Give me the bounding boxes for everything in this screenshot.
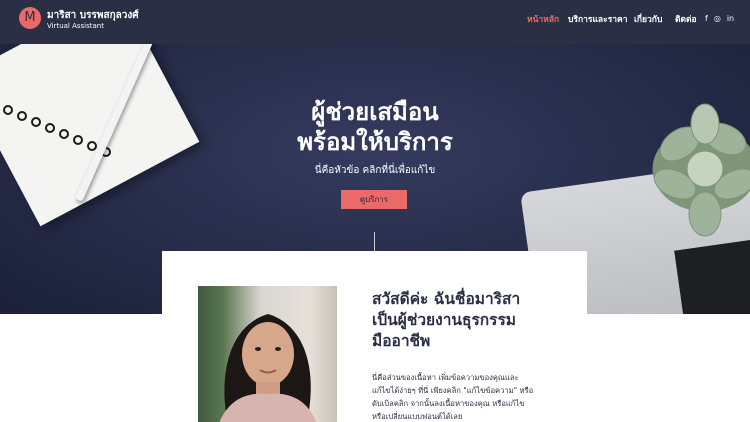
hero-title-line1: ผู้ช่วยเสมือน <box>311 98 439 126</box>
brand-name[interactable]: มาริสา บรรพสกุลวงศ์ <box>47 8 139 23</box>
view-services-button[interactable]: ดูบริการ <box>341 190 407 209</box>
nav-about[interactable]: เกี่ยวกับ <box>634 12 662 26</box>
instagram-icon[interactable]: ◎ <box>714 14 721 24</box>
about-body-line3: ดับเบิลคลิก จากนั้นลงเนื้อหาของคุณ หรือแ… <box>372 399 525 408</box>
nav-services[interactable]: บริการและราคา <box>568 12 628 26</box>
nav-home[interactable]: หน้าหลัก <box>527 12 559 26</box>
about-body-line4: หรือเปลี่ยนแบบฟอนต์ได้เลย <box>372 412 463 421</box>
about-title-line1: สวัสดีค่ะ ฉันชื่อมาริสา <box>372 290 521 308</box>
site-header: M มาริสา บรรพสกุลวงศ์ Virtual Assistant … <box>0 0 750 44</box>
about-card: สวัสดีค่ะ ฉันชื่อมาริสา เป็นผู้ช่วยงานธุ… <box>162 251 587 422</box>
about-body-line1: นี่คือส่วนของเนื้อหา เพิ่มข้อความของคุณแ… <box>372 373 519 382</box>
facebook-icon[interactable]: f <box>705 14 708 24</box>
linkedin-icon[interactable]: in <box>727 14 734 24</box>
brand-subtitle: Virtual Assistant <box>47 22 104 30</box>
about-title-line2: เป็นผู้ช่วยงานธุรกรรม <box>372 311 517 329</box>
about-body-line2: แก้ไขได้ง่ายๆ ที่นี่ เพียงคลิก "แก้ไขข้อ… <box>372 386 534 395</box>
hero-subtitle: นี่คือหัวข้อ คลิกที่นี่เพื่อแก้ไข <box>314 165 436 176</box>
about-title-line3: มืออาชีพ <box>372 332 431 350</box>
nav-contact[interactable]: ติดต่อ <box>675 12 697 26</box>
portrait-photo <box>198 286 337 422</box>
logo-icon[interactable]: M <box>19 7 41 29</box>
hero-title-line2: พร้อมให้บริการ <box>297 128 453 156</box>
social-links: f ◎ in <box>705 14 734 24</box>
